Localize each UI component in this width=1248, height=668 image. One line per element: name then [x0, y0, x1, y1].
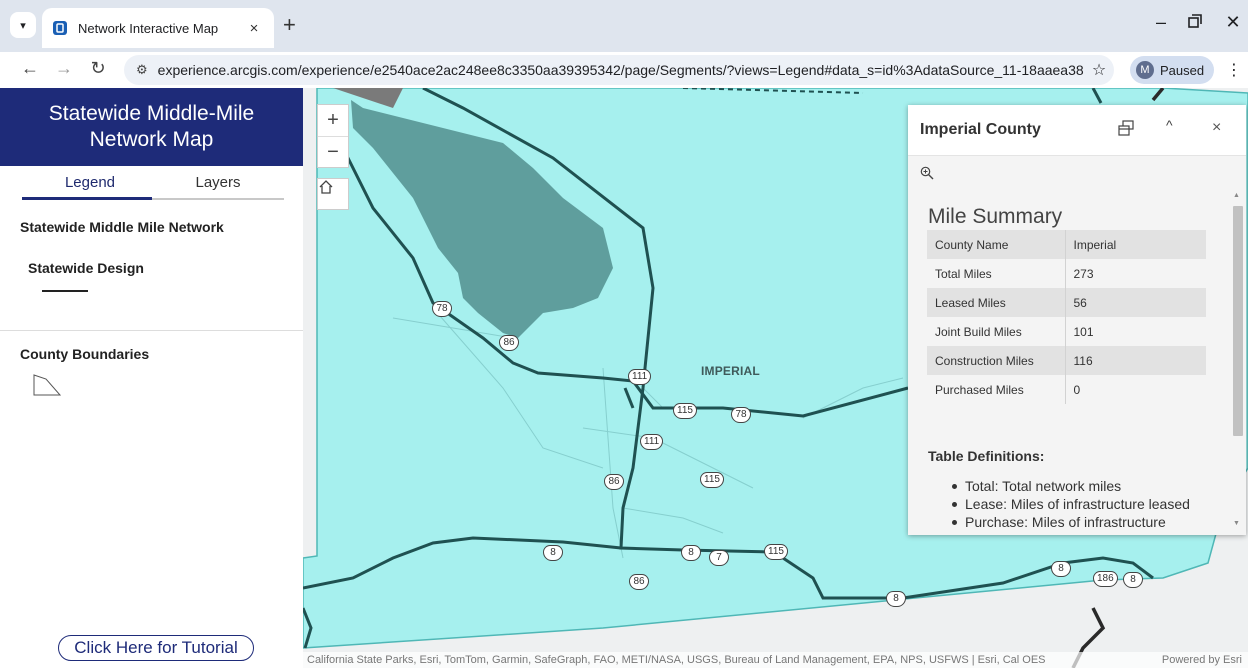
forward-icon[interactable]: → — [52, 58, 76, 79]
tab-layers[interactable]: Layers — [158, 174, 278, 191]
popup-title: Imperial County — [920, 121, 1041, 138]
list-item: Total: Total network miles — [949, 477, 1219, 495]
zoom-in-button[interactable]: + — [318, 105, 348, 136]
list-item: Lease: Miles of infrastructure leased — [949, 495, 1219, 513]
zoom-controls: + − — [317, 104, 349, 168]
scrollbar-thumb[interactable] — [1233, 206, 1243, 436]
legend-divider — [0, 330, 303, 331]
tab-close-icon[interactable]: × — [244, 20, 264, 37]
route-shield: 78 — [731, 407, 751, 423]
tab-legend[interactable]: Legend — [30, 174, 150, 191]
tab-active-indicator — [22, 197, 152, 200]
home-button[interactable] — [317, 178, 349, 210]
row-label: Joint Build Miles — [927, 317, 1066, 346]
profile-button[interactable]: M Paused — [1130, 56, 1214, 84]
new-tab-button[interactable]: + — [283, 12, 296, 38]
scroll-down-icon[interactable]: ▼ — [1233, 520, 1240, 527]
route-shield: 8 — [543, 545, 563, 561]
route-shield: 111 — [640, 434, 664, 450]
route-shield: 8 — [681, 545, 701, 561]
minimize-icon[interactable]: – — [1146, 12, 1176, 33]
row-label: Leased Miles — [927, 288, 1066, 317]
table-row: Joint Build Miles 101 — [927, 317, 1206, 346]
address-bar[interactable]: ⚙ experience.arcgis.com/experience/e2540… — [124, 55, 1114, 85]
route-shield: 86 — [629, 574, 649, 590]
browser-tab-bar: ▾ Network Interactive Map × + – ✕ — [0, 0, 1248, 52]
list-item: Purchase: Miles of infrastructure purcha… — [949, 513, 1219, 535]
route-shield: 7 — [709, 550, 729, 566]
tutorial-button[interactable]: Click Here for Tutorial — [58, 635, 254, 661]
browser-tab[interactable]: Network Interactive Map × — [42, 8, 274, 48]
arcgis-favicon-icon — [52, 20, 68, 36]
popup-scrollbar[interactable]: ▲ ▼ — [1231, 190, 1244, 530]
definitions-list: Total: Total network miles Lease: Miles … — [949, 477, 1219, 535]
close-icon[interactable]: × — [1212, 119, 1221, 137]
mile-summary-table: County Name Imperial Total Miles 273 Lease… — [927, 230, 1206, 404]
restore-icon[interactable] — [1180, 12, 1210, 33]
row-label: Purchased Miles — [927, 375, 1066, 404]
close-window-icon[interactable]: ✕ — [1218, 12, 1248, 33]
network-line-swatch — [42, 290, 88, 292]
map-view[interactable]: + − IMPERIAL 78 86 111 115 78 111 86 115… — [303, 88, 1248, 668]
home-icon — [319, 180, 333, 194]
route-shield: 86 — [499, 335, 519, 351]
route-shield: 8 — [1051, 561, 1071, 577]
legend-item-label: Statewide Design — [28, 260, 144, 276]
browser-toolbar: ← → ↻ ⚙ experience.arcgis.com/experience… — [0, 52, 1248, 88]
row-value: 101 — [1065, 317, 1206, 346]
zoom-out-button[interactable]: − — [318, 136, 348, 167]
map-attribution: California State Parks, Esri, TomTom, Ga… — [303, 652, 1248, 668]
browser-menu-icon[interactable]: ⋮ — [1226, 60, 1242, 80]
profile-status: Paused — [1160, 62, 1205, 78]
route-shield: 8 — [886, 591, 906, 607]
avatar: M — [1136, 61, 1154, 79]
row-value: 56 — [1065, 288, 1206, 317]
table-row: Leased Miles 56 — [927, 288, 1206, 317]
popup-header: Imperial County ^ × — [908, 105, 1246, 156]
powered-by-esri[interactable]: Powered by Esri — [1162, 652, 1242, 668]
route-shield: 115 — [673, 403, 697, 419]
table-row: Construction Miles 116 — [927, 346, 1206, 375]
county-polygon-swatch-icon — [32, 373, 62, 402]
bookmark-star-icon[interactable]: ☆ — [1084, 60, 1114, 80]
popup-content: Mile Summary County Name Imperial Total M… — [909, 190, 1227, 535]
row-label: Construction Miles — [927, 346, 1066, 375]
sidebar-tabs: Legend Layers — [0, 166, 303, 202]
tab-search-chevron-icon[interactable]: ▾ — [10, 12, 36, 38]
route-shield: 115 — [764, 544, 788, 560]
table-row: County Name Imperial — [927, 230, 1206, 259]
sidebar: Statewide Middle-Mile Network Map Legend… — [0, 88, 303, 668]
app-title: Statewide Middle-Mile Network Map — [0, 88, 303, 166]
row-value: Imperial — [1065, 230, 1206, 259]
feature-popup: Imperial County ^ × Mile Summary County … — [908, 105, 1246, 535]
route-shield: 86 — [604, 474, 624, 490]
row-value: 116 — [1065, 346, 1206, 375]
definitions-title: Table Definitions: — [928, 448, 1045, 464]
row-value: 273 — [1065, 259, 1206, 288]
route-shield: 115 — [700, 472, 724, 488]
table-row: Purchased Miles 0 — [927, 375, 1206, 404]
site-info-icon[interactable]: ⚙ — [136, 62, 148, 78]
row-label: County Name — [927, 230, 1066, 259]
row-label: Total Miles — [927, 259, 1066, 288]
legend-county-title: County Boundaries — [20, 346, 150, 362]
county-label: IMPERIAL — [701, 364, 760, 378]
back-icon[interactable]: ← — [18, 58, 42, 79]
legend-layer-title: Statewide Middle Mile Network — [20, 219, 224, 235]
url-text[interactable]: experience.arcgis.com/experience/e2540ac… — [158, 62, 1084, 78]
route-shield: 111 — [628, 369, 652, 385]
scroll-up-icon[interactable]: ▲ — [1233, 192, 1240, 199]
collapse-icon[interactable]: ^ — [1166, 117, 1173, 133]
row-value: 0 — [1065, 375, 1206, 404]
tab-title: Network Interactive Map — [78, 20, 219, 36]
mile-summary-title: Mile Summary — [928, 205, 1063, 228]
reload-icon[interactable]: ↻ — [86, 58, 110, 79]
route-shield: 8 — [1123, 572, 1143, 588]
attribution-text[interactable]: California State Parks, Esri, TomTom, Ga… — [307, 654, 1046, 666]
route-shield: 78 — [432, 301, 452, 317]
table-row: Total Miles 273 — [927, 259, 1206, 288]
route-shield: 186 — [1093, 571, 1118, 587]
